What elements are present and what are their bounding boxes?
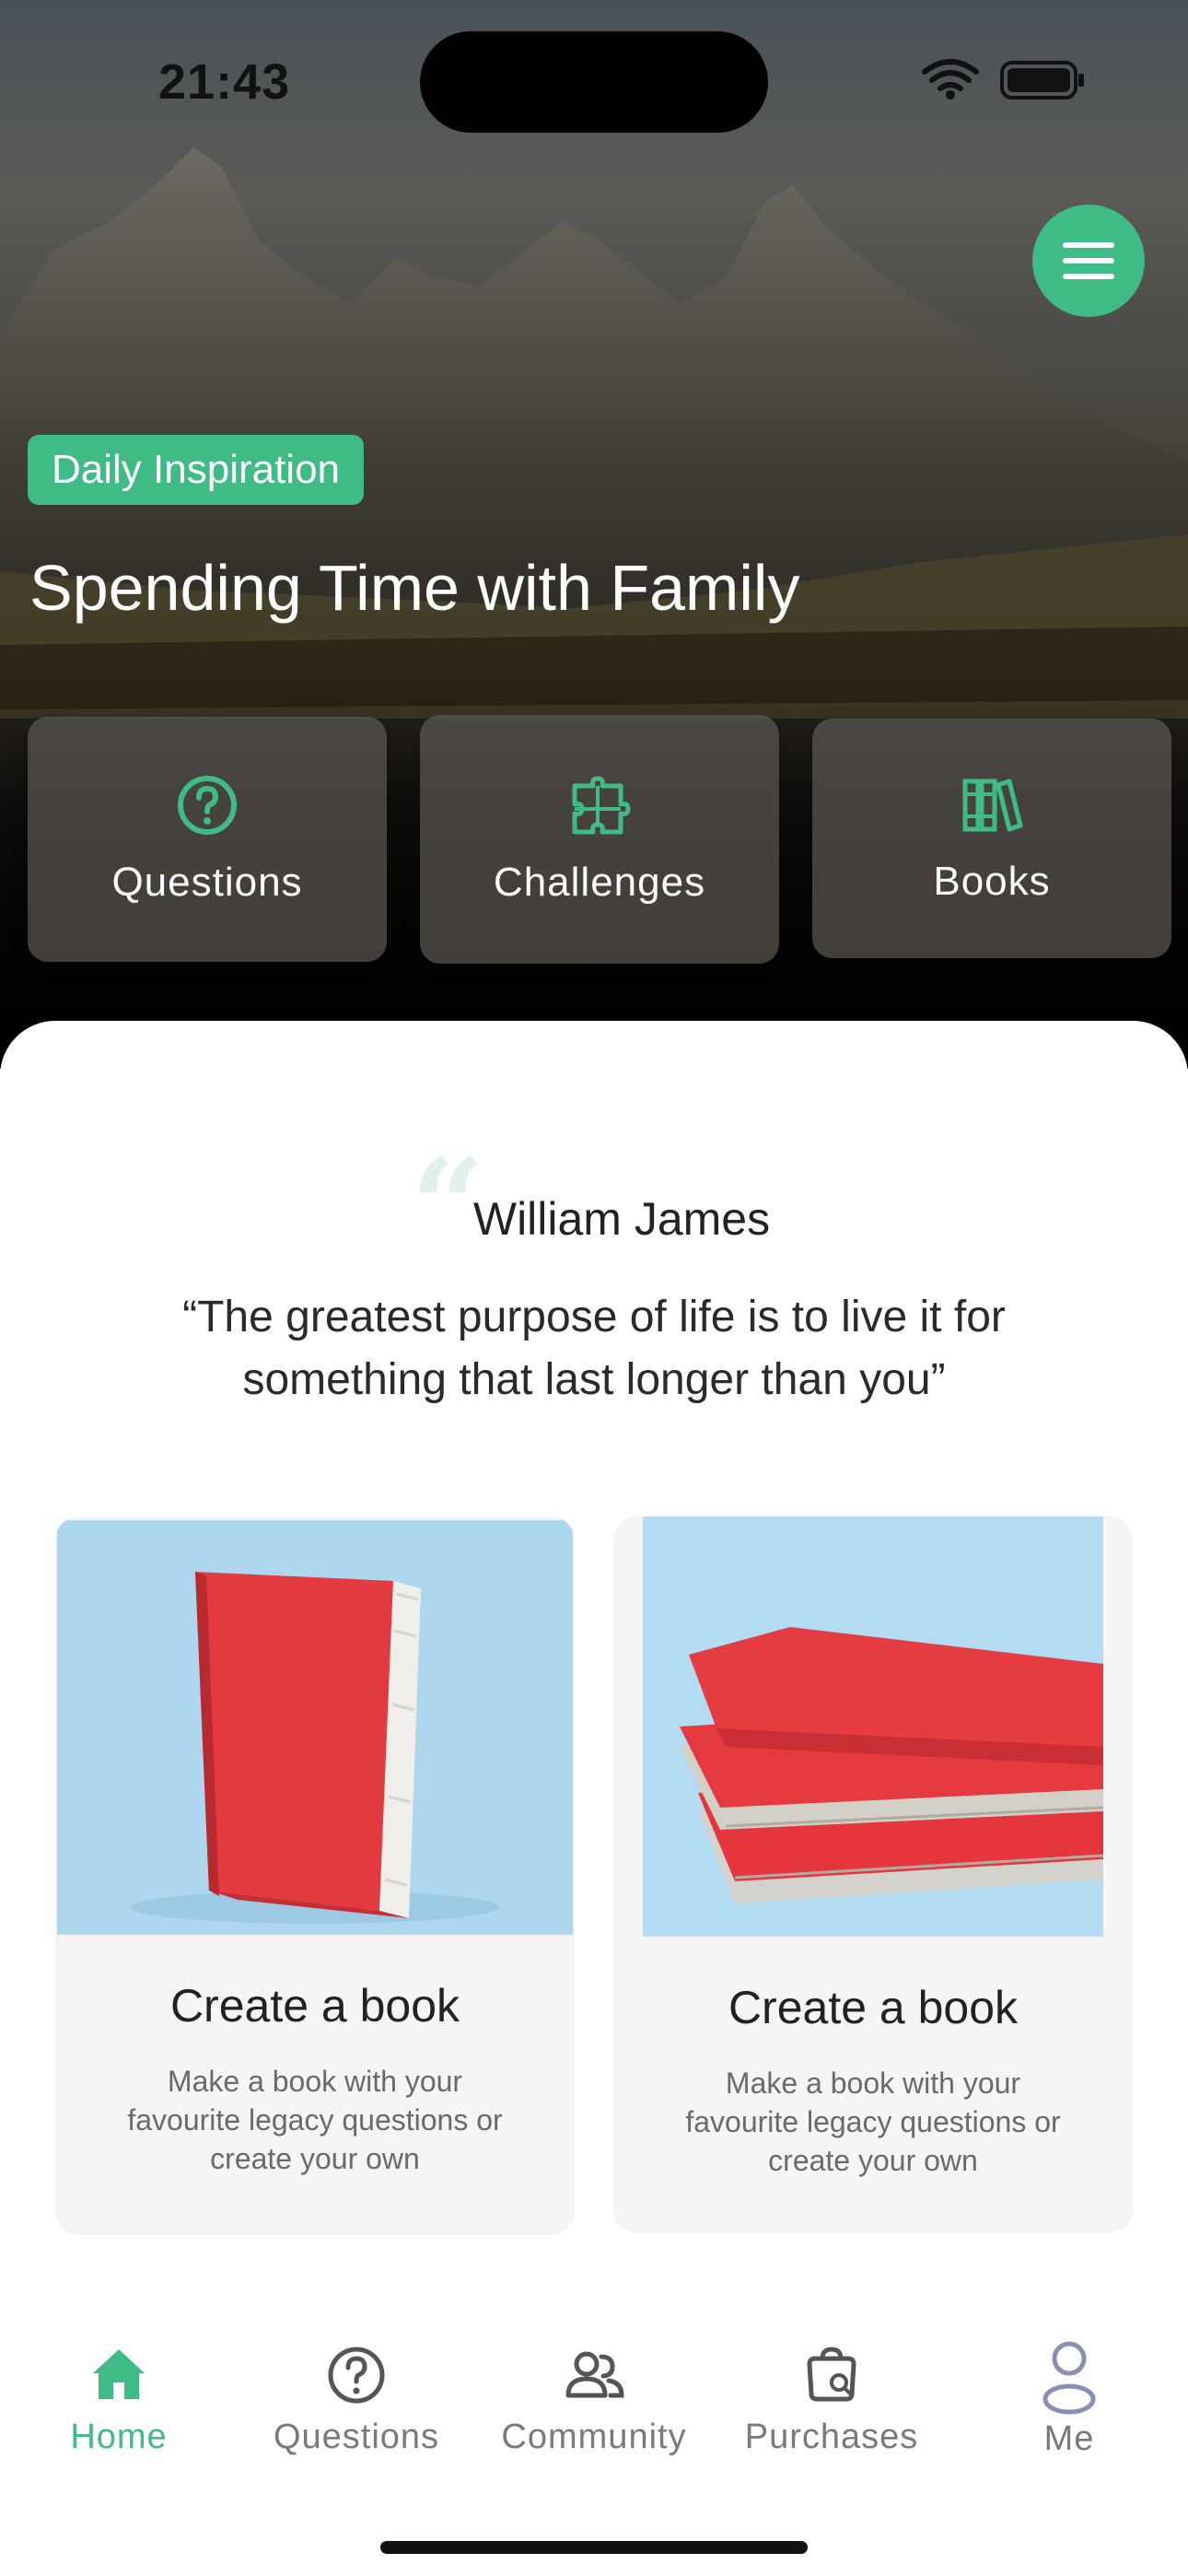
- tile-questions[interactable]: Questions: [28, 717, 387, 962]
- daily-inspiration-badge: Daily Inspiration: [28, 435, 365, 505]
- home-indicator[interactable]: [380, 2541, 808, 2554]
- wifi-icon: [922, 59, 979, 91]
- tab-community[interactable]: Community: [475, 2313, 713, 2497]
- red-books-stack-image: [643, 1516, 1104, 1937]
- quote-author: William James: [472, 1193, 771, 1245]
- tile-challenges[interactable]: Challenges: [420, 715, 779, 964]
- hero-title: Spending Time with Family: [29, 552, 800, 624]
- tab-questions[interactable]: Questions: [238, 2313, 475, 2497]
- person-icon: [1042, 2341, 1096, 2415]
- bag-icon: [807, 2347, 856, 2402]
- tab-me[interactable]: Me: [950, 2313, 1188, 2497]
- home-icon: [93, 2349, 145, 2399]
- status-time: 21:43: [158, 54, 291, 110]
- menu-button[interactable]: [1032, 205, 1145, 317]
- tab-label: Purchases: [744, 2418, 919, 2456]
- tile-label: Questions: [111, 860, 303, 905]
- tile-label: Challenges: [493, 860, 706, 905]
- card-description: Make a book with your favourite legacy q…: [685, 2067, 1061, 2177]
- tab-label: Home: [70, 2418, 168, 2456]
- tile-label: Books: [933, 859, 1051, 904]
- hamburger-icon: [1063, 242, 1114, 279]
- question-circle-icon: [328, 2347, 385, 2404]
- tab-label: Community: [501, 2418, 687, 2456]
- tile-books[interactable]: Books: [812, 719, 1171, 958]
- tab-purchases[interactable]: Purchases: [713, 2313, 950, 2497]
- card-description: Make a book with your favourite legacy q…: [127, 2065, 503, 2175]
- status-icons: [843, 59, 1084, 100]
- question-circle-icon: [178, 776, 237, 835]
- tab-label: Me: [1043, 2419, 1095, 2458]
- dynamic-island: [420, 31, 768, 133]
- battery-icon: [1000, 61, 1084, 100]
- card-title: Create a book: [728, 1982, 1019, 2033]
- tab-bar: Home Questions Community Purchases Me: [0, 2313, 1188, 2497]
- people-icon: [565, 2351, 624, 2398]
- create-book-card[interactable]: Create a book Make a book with your favo…: [613, 1516, 1133, 2233]
- books-icon: [962, 779, 1023, 832]
- card-title: Create a book: [169, 1980, 460, 2032]
- signal-icon: [843, 88, 896, 97]
- red-book-image: [57, 1520, 573, 1935]
- quote-text: “The greatest purpose of life is to live…: [182, 1293, 1006, 1404]
- tab-home[interactable]: Home: [0, 2313, 238, 2497]
- puzzle-icon: [572, 776, 631, 835]
- create-book-card[interactable]: Create a book Make a book with your favo…: [55, 1516, 575, 2235]
- tab-label: Questions: [273, 2418, 440, 2456]
